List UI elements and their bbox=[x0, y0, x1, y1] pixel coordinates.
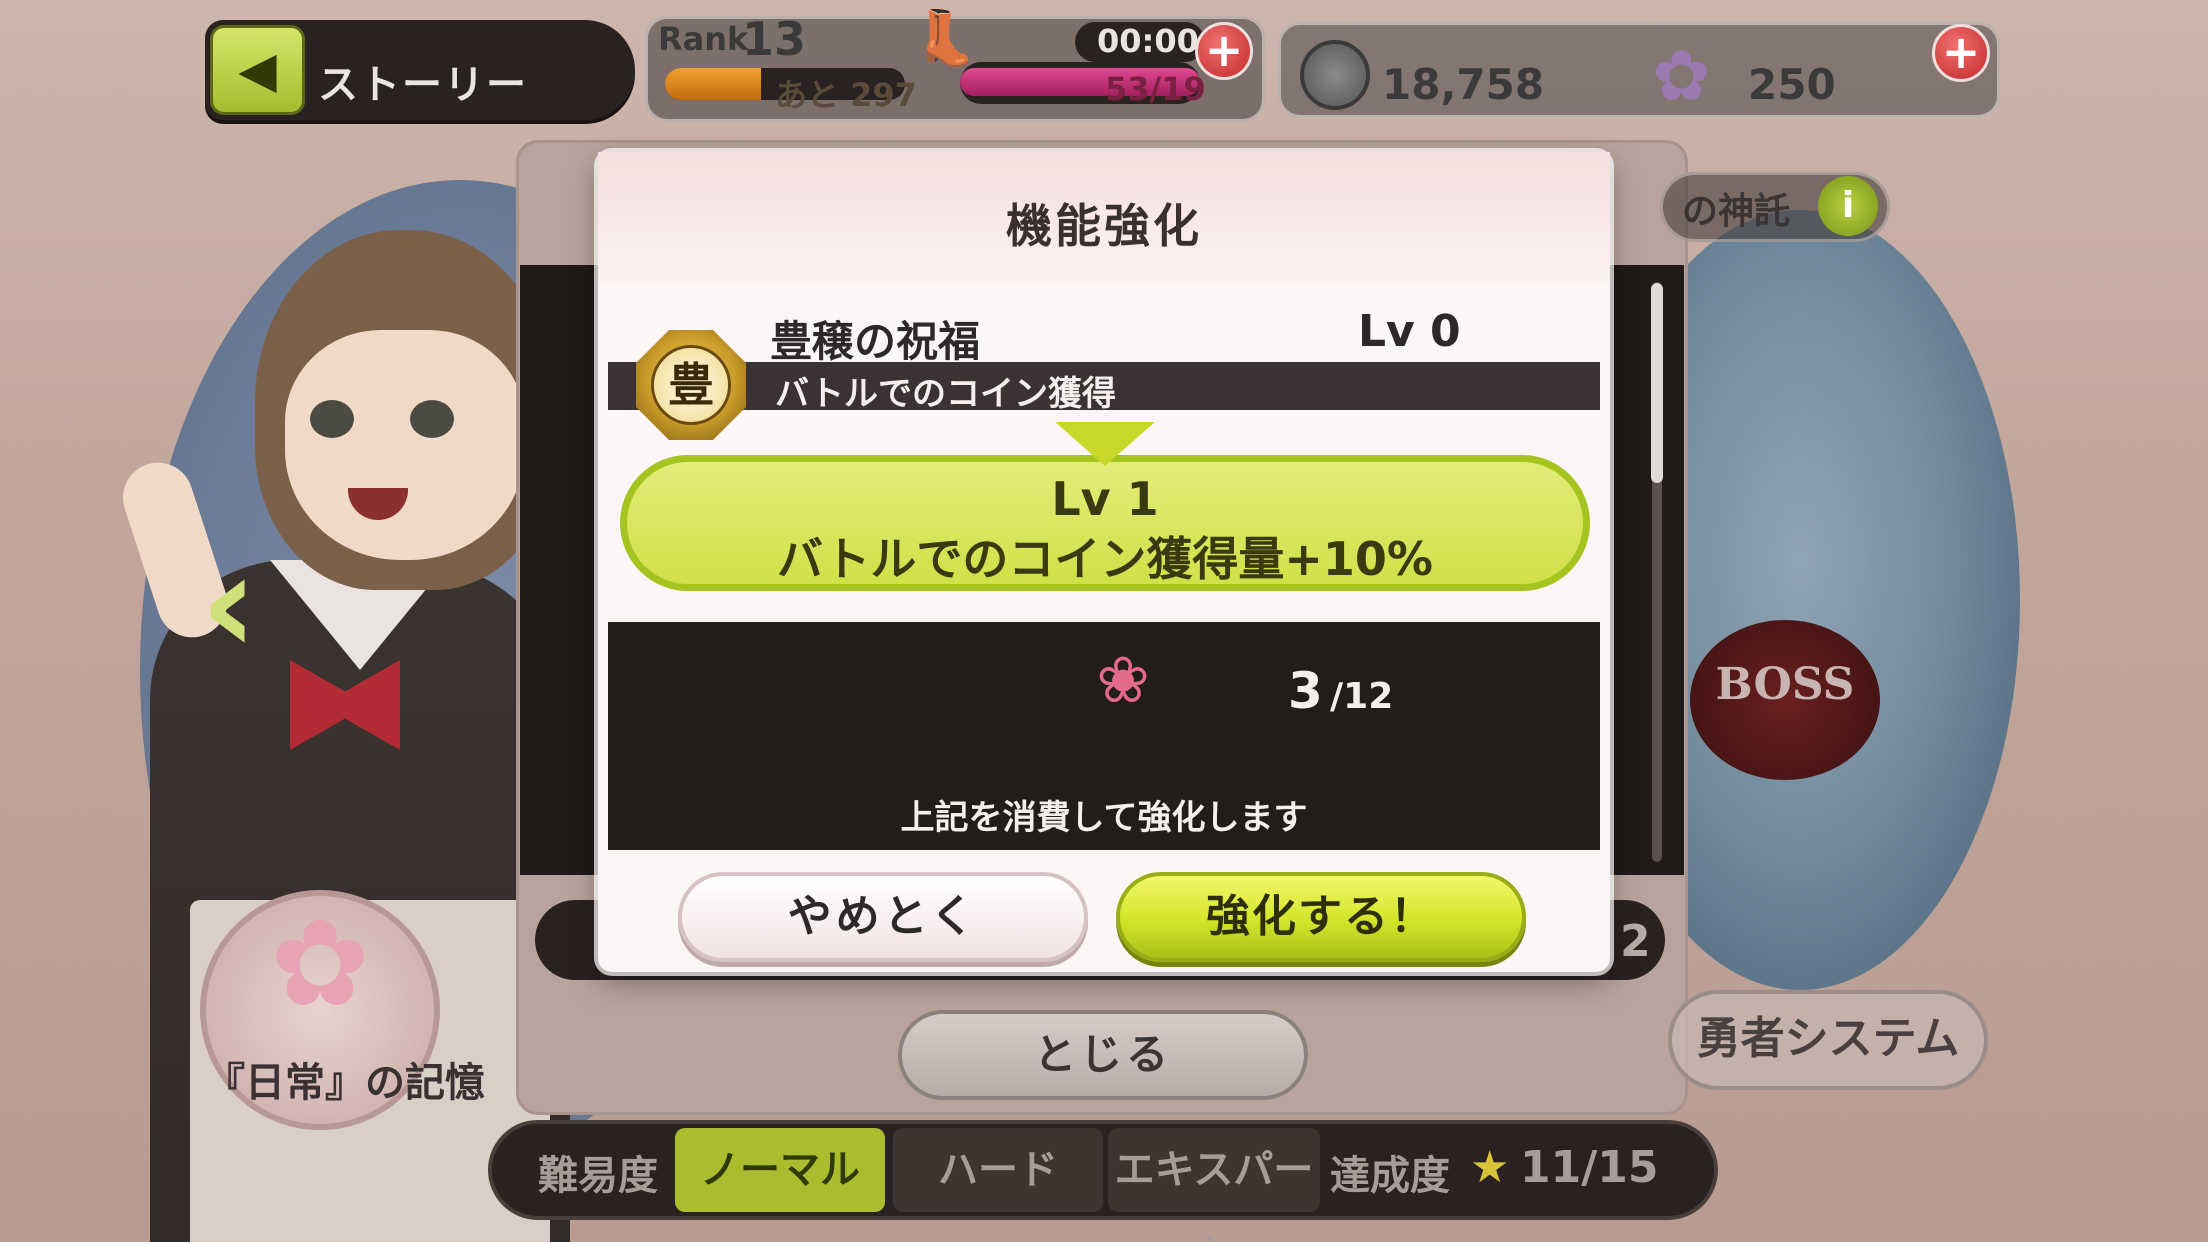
flower-icon: ❀ bbox=[1096, 644, 1150, 718]
back-button-label: ストーリー bbox=[318, 62, 528, 108]
stamina-timer: 00:00 bbox=[1097, 22, 1199, 60]
skill-badge-char: 豊 bbox=[651, 345, 731, 425]
stamina-plus-button[interactable]: + bbox=[1195, 22, 1253, 80]
character-eye-right bbox=[410, 400, 454, 438]
exp-bar-fill bbox=[665, 68, 761, 100]
underlying-row-count: 2 bbox=[1620, 916, 1651, 967]
progress-label: 達成度 bbox=[1330, 1153, 1450, 1199]
difficulty-label: 難易度 bbox=[538, 1153, 658, 1199]
close-button[interactable]: とじる bbox=[898, 1010, 1308, 1100]
left-arrow-icon[interactable]: ◀ bbox=[210, 25, 305, 115]
oracle-info-text: の神託 bbox=[1682, 191, 1791, 232]
hero-system-button[interactable]: 勇者システム bbox=[1668, 990, 1988, 1090]
cancel-button[interactable]: やめとく bbox=[678, 872, 1088, 962]
upgrade-effect: バトルでのコイン獲得量+10% bbox=[776, 532, 1434, 586]
prev-chevron-icon[interactable]: ‹ bbox=[200, 530, 270, 680]
stamina-value: 53/19 bbox=[1105, 70, 1206, 108]
star-icon: ★ bbox=[1470, 1142, 1510, 1193]
info-icon[interactable]: i bbox=[1818, 176, 1878, 236]
tab-hard[interactable]: ハード bbox=[893, 1128, 1103, 1212]
cost-required: /12 bbox=[1330, 676, 1394, 717]
character-face bbox=[285, 330, 525, 560]
flower-plus-button[interactable]: + bbox=[1932, 24, 1990, 82]
coin-icon bbox=[1300, 40, 1370, 110]
flower-icon: ✿ bbox=[1652, 35, 1711, 117]
tab-normal[interactable]: ノーマル bbox=[675, 1128, 885, 1212]
skill-description: バトルでのコイン獲得 bbox=[775, 374, 1117, 414]
rank-label: Rank bbox=[658, 20, 749, 58]
progress-value: 11/15 bbox=[1520, 1142, 1659, 1193]
modal-scrollbar-thumb[interactable] bbox=[1651, 283, 1663, 483]
skill-name: 豊穣の祝福 bbox=[770, 317, 981, 366]
enhance-button[interactable]: 強化する！ bbox=[1116, 872, 1526, 962]
flower-value: 250 bbox=[1748, 60, 1836, 109]
character-eye-left bbox=[310, 400, 354, 438]
boss-marker[interactable]: BOSS bbox=[1690, 620, 1880, 780]
coin-value: 18,758 bbox=[1382, 60, 1545, 109]
modal-title: 機能強化 bbox=[1006, 199, 1202, 253]
boot-icon: 👢 bbox=[912, 6, 980, 69]
cost-owned: 3 bbox=[1288, 662, 1323, 720]
exp-remaining: あと 297 bbox=[775, 76, 917, 114]
rank-value: 13 bbox=[742, 12, 807, 66]
sakura-icon: ✿ bbox=[269, 895, 371, 1034]
cost-note: 上記を消費して強化します bbox=[900, 798, 1308, 838]
upgrade-level: Lv 1 bbox=[1051, 472, 1159, 526]
tab-expert[interactable]: エキスパート bbox=[1108, 1128, 1320, 1242]
memory-label: 『日常』の記憶 bbox=[205, 1060, 485, 1106]
skill-current-level: Lv 0 bbox=[1358, 306, 1461, 357]
